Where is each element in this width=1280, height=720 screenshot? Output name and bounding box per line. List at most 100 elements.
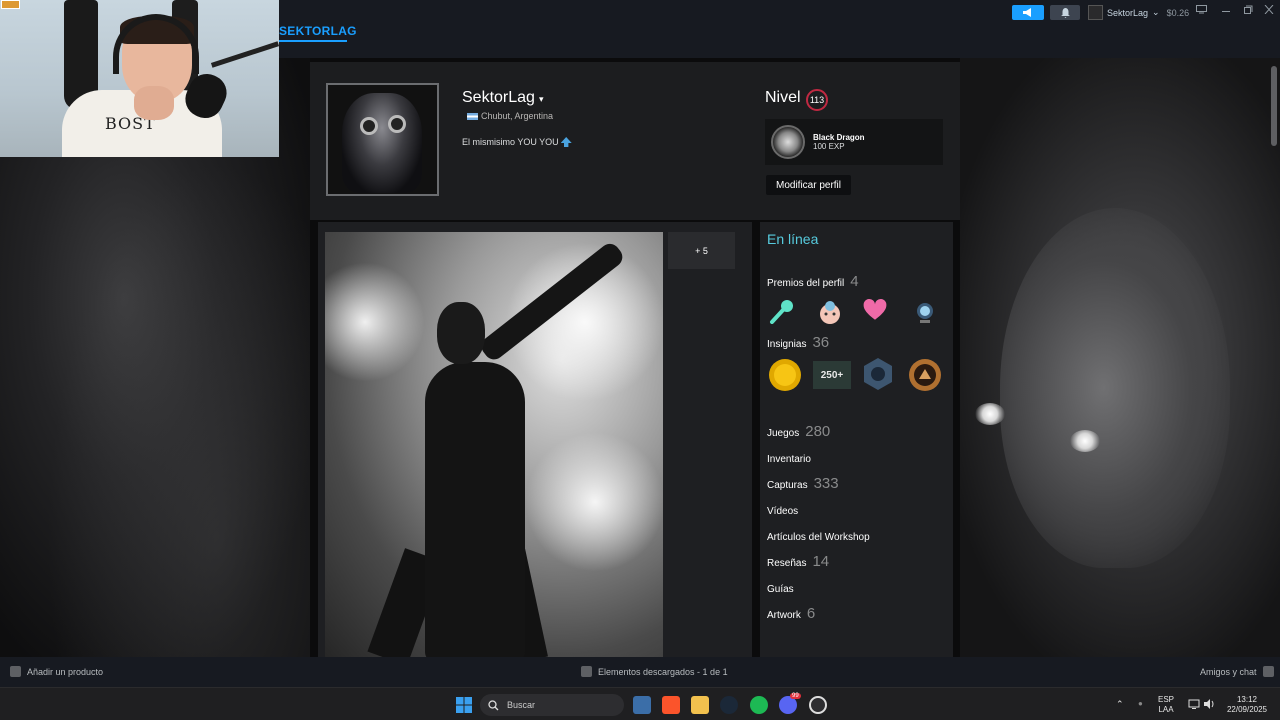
discord-notification-badge: 99: [790, 693, 801, 699]
minimize-icon[interactable]: [1219, 5, 1233, 17]
games-count: 280: [805, 423, 831, 440]
chevron-down-icon: ⌄: [1152, 7, 1160, 17]
search-placeholder: Buscar: [507, 700, 536, 710]
favorite-badge-xp: 100 EXP: [813, 142, 845, 151]
language-code: ESP: [1158, 695, 1175, 704]
chat-icon: [1262, 666, 1274, 677]
games-link[interactable]: Juegos 280: [767, 423, 830, 440]
games-label: Juegos: [767, 428, 800, 439]
artwork-count: 6: [806, 605, 816, 622]
network-icon[interactable]: [1188, 698, 1200, 710]
artwork-link[interactable]: Artwork 6: [767, 605, 815, 622]
plus-icon: [10, 666, 21, 677]
account-name: SektorLag: [1107, 7, 1149, 18]
favorite-badge[interactable]: Black Dragon 100 EXP: [765, 119, 943, 165]
level-label: Nivel: [765, 89, 801, 106]
clock[interactable]: 13:12 22/09/2025: [1222, 695, 1272, 715]
monitor-icon[interactable]: [1194, 5, 1208, 17]
notifications-button[interactable]: [1050, 5, 1080, 20]
spotify-icon[interactable]: [750, 696, 768, 714]
avatar-eye: [388, 115, 406, 133]
page-scrollbar[interactable]: [1271, 66, 1277, 146]
location-text: Chubut, Argentina: [481, 111, 554, 121]
volume-icon[interactable]: [1203, 698, 1215, 710]
downloads-label: Elementos descargados - 1 de 1: [598, 666, 728, 677]
bronze-badge-icon[interactable]: [907, 357, 943, 393]
account-avatar: [1088, 5, 1103, 20]
background-face: [1000, 208, 1230, 568]
microphone-icon[interactable]: ●: [1138, 699, 1143, 709]
reviews-link[interactable]: Reseñas 14: [767, 553, 829, 570]
online-status: En línea: [767, 231, 819, 247]
inventory-link[interactable]: Inventario: [767, 454, 811, 465]
summary-text: El mismisimo YOU YOU: [462, 137, 559, 147]
workshop-label: Artículos del Workshop: [767, 532, 870, 543]
comet-award-icon[interactable]: [769, 298, 795, 324]
announcements-button[interactable]: [1012, 5, 1044, 20]
screenshots-label: Capturas: [767, 480, 808, 491]
profile-location: Chubut, Argentina: [467, 111, 553, 121]
obs-icon[interactable]: [809, 696, 827, 714]
favorite-badge-name: Black Dragon: [813, 133, 865, 142]
friends-chat-button[interactable]: Amigos y chat: [1200, 666, 1274, 677]
badges-link[interactable]: Insignias 36: [767, 334, 829, 351]
language-indicator[interactable]: ESP LAA: [1158, 695, 1174, 715]
taskbar-search[interactable]: Buscar: [480, 694, 624, 716]
hexagon-badge-icon[interactable]: [860, 356, 896, 392]
windows-taskbar: Buscar 99 ⌃ ● ESP LAA 13:12 22/09/2025: [0, 687, 1280, 720]
streamer-hand: [134, 86, 174, 120]
clock-time: 13:12: [1236, 695, 1258, 704]
brave-browser-icon[interactable]: [662, 696, 680, 714]
heart-award-icon[interactable]: [862, 297, 888, 323]
artwork-label: Artwork: [767, 610, 801, 621]
restore-icon[interactable]: [1241, 5, 1255, 17]
badges-count: 36: [812, 334, 830, 351]
up-arrow-emoticon-icon: [560, 137, 572, 147]
chevron-down-icon[interactable]: ▾: [539, 94, 544, 104]
background-eye: [1070, 430, 1100, 452]
file-explorer-app-icon[interactable]: [633, 696, 651, 714]
level-badge[interactable]: 113: [806, 89, 828, 111]
downloads-button[interactable]: Elementos descargados - 1 de 1: [581, 666, 728, 677]
profile-awards-link[interactable]: Premios del perfil 4: [767, 273, 859, 290]
steam-icon[interactable]: [720, 696, 738, 714]
friends-chat-label: Amigos y chat: [1200, 666, 1257, 677]
megaphone-icon: [1023, 8, 1031, 17]
videos-link[interactable]: Vídeos: [767, 506, 798, 517]
profile-nav-tab[interactable]: SEKTORLAG: [279, 24, 357, 38]
profile-summary: El mismisimo YOU YOU: [462, 137, 572, 147]
chevron-up-icon[interactable]: ⌃: [1116, 699, 1124, 709]
close-icon[interactable]: [1262, 4, 1276, 17]
screenshots-link[interactable]: Capturas 333: [767, 475, 839, 492]
250-plus-badge[interactable]: 250+: [813, 361, 851, 389]
workshop-link[interactable]: Artículos del Workshop: [767, 532, 870, 543]
globe-award-icon[interactable]: [912, 300, 938, 326]
performer-silhouette: [365, 239, 627, 658]
gold-coin-badge-icon[interactable]: [767, 357, 803, 393]
download-icon: [581, 666, 592, 677]
performer-head: [437, 302, 485, 364]
badges-label: Insignias: [767, 339, 807, 350]
videos-label: Vídeos: [767, 506, 799, 517]
guides-link[interactable]: Guías: [767, 584, 794, 595]
account-menu[interactable]: SektorLag ⌄ $0.26: [1088, 4, 1189, 21]
add-product-button[interactable]: Añadir un producto: [10, 666, 103, 677]
reviews-count: 14: [812, 553, 830, 570]
persona-name[interactable]: SektorLag ▾: [462, 89, 543, 107]
guides-label: Guías: [767, 584, 794, 595]
folder-icon[interactable]: [691, 696, 709, 714]
avatar-figure: [342, 93, 422, 193]
steam-footer: Añadir un producto Elementos descargados…: [0, 657, 1280, 687]
more-screenshots-button[interactable]: + 5: [668, 232, 735, 269]
edit-profile-button[interactable]: Modificar perfil: [766, 175, 851, 195]
argentina-flag-icon: [467, 112, 478, 120]
background-eye: [975, 403, 1005, 425]
webcam-overlay: BOST: [0, 0, 279, 157]
featured-screenshot[interactable]: [325, 232, 663, 658]
awards-label: Premios del perfil: [767, 278, 845, 289]
baby-award-icon[interactable]: [817, 300, 843, 326]
bell-icon: [1060, 7, 1070, 18]
inventory-label: Inventario: [767, 454, 811, 465]
windows-start-icon[interactable]: [455, 696, 473, 714]
profile-avatar: [326, 83, 439, 196]
